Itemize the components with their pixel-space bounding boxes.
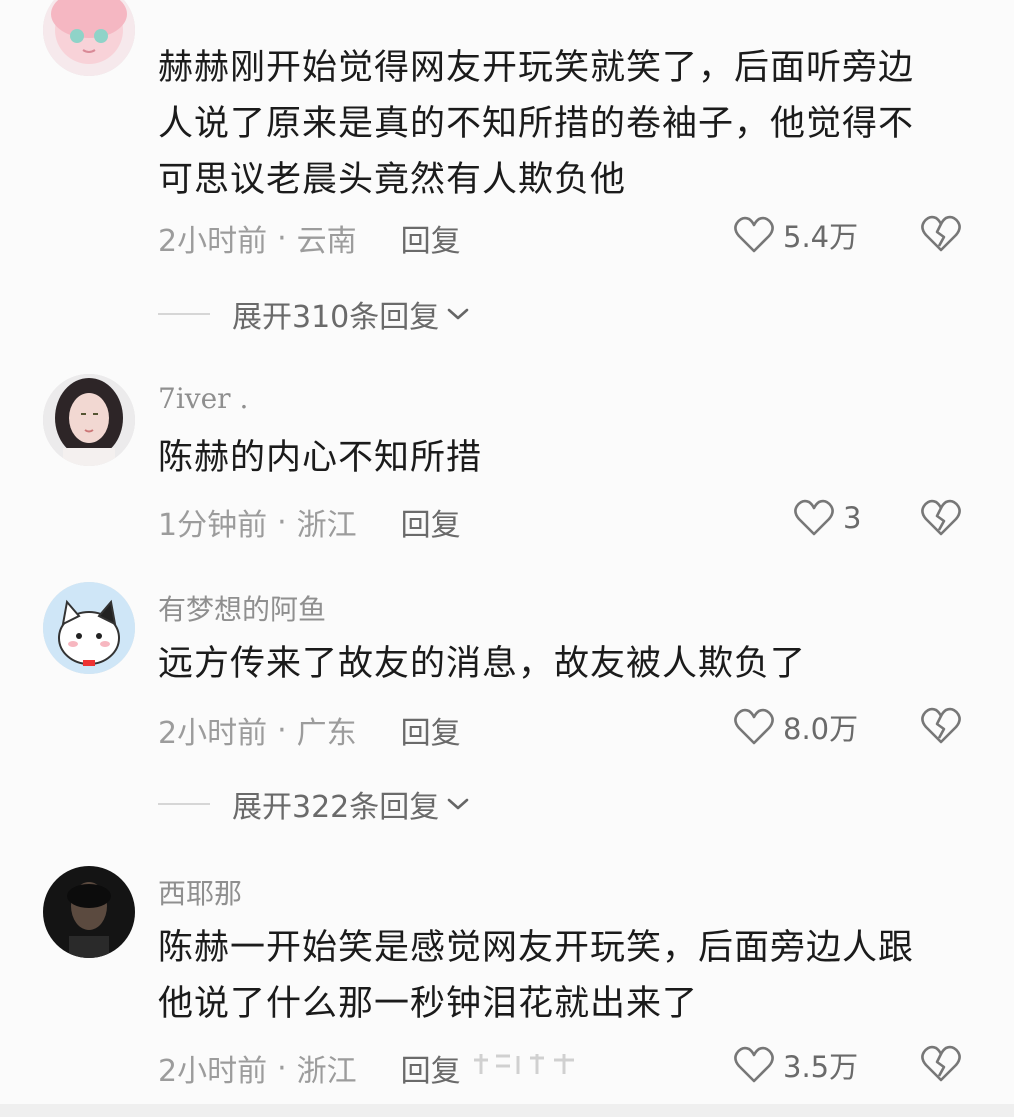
dislike-button[interactable] [920,498,962,542]
location: 广东 [296,716,357,751]
separator-dot: · [277,1050,287,1086]
avatar[interactable] [43,0,135,76]
comment-line: 陈赫的内心不知所措 [158,438,483,478]
broken-heart-icon [921,215,961,252]
expand-replies-label: 展开310条回复 [232,300,440,335]
dislike-button[interactable] [920,706,962,750]
like-count: 8.0万 [783,712,859,746]
reply-button[interactable]: 回复 [401,216,461,260]
heart-outline-icon [734,216,774,253]
separator-dot: · [277,504,287,540]
bottom-bar [0,1104,1014,1117]
expand-replies-label: 展开322条回复 [232,790,440,825]
watermark-mark [474,1054,574,1074]
reply-button[interactable]: 回复 [401,1046,461,1090]
separator-dot: · [277,220,287,256]
timestamp: 2小时前 [158,224,268,259]
comment-meta: 2小时前 · 浙江 回复 [158,1046,461,1090]
avatar[interactable] [43,582,135,674]
avatar-image [43,374,135,466]
like-count: 3 [843,501,862,535]
comment-text: 陈赫一开始笑是感觉网友开玩笑，后面旁边人跟 他说了什么那一秒钟泪花就出来了 [158,920,914,1032]
like-button[interactable]: 8.0万 [733,706,858,748]
like-button[interactable]: 3.5万 [733,1044,858,1086]
avatar-image [43,866,135,958]
comment-text: 赫赫刚开始觉得网友开玩笑就笑了，后面听旁边 人说了原来是真的不知所措的卷袖子，他… [158,40,914,208]
divider-line [158,313,210,315]
heart-outline-icon [734,708,774,745]
avatar-image [43,582,135,674]
chevron-down-icon [447,798,469,810]
comment-line: 赫赫刚开始觉得网友开玩笑就笑了，后面听旁边 [158,48,915,88]
like-button[interactable]: 3 [793,498,861,538]
reply-button[interactable]: 回复 [401,708,461,752]
like-button[interactable]: 5.4万 [733,214,858,256]
expand-replies-button[interactable]: 展开310条回复 [158,292,471,336]
divider-line [158,803,210,805]
like-count: 5.4万 [783,220,859,254]
timestamp: 2小时前 [158,1054,268,1089]
comment-line: 远方传来了故友的消息，故友被人欺负了 [158,644,807,684]
reply-button[interactable]: 回复 [401,500,461,544]
comment-item: 赫赫刚开始觉得网友开玩笑就笑了，后面听旁边 人说了原来是真的不知所措的卷袖子，他… [0,0,1014,335]
comment-line: 他说了什么那一秒钟泪花就出来了 [158,984,699,1024]
comment-line: 人说了原来是真的不知所措的卷袖子，他觉得不 [158,104,915,144]
chevron-down-icon [447,308,469,320]
comment-text: 远方传来了故友的消息，故友被人欺负了 [158,636,806,692]
username[interactable]: 有梦想的阿鱼 [158,588,326,628]
separator-dot: · [277,712,287,748]
avatar-image [43,0,135,76]
comment-line: 可思议老晨头竟然有人欺负他 [158,160,627,200]
location: 云南 [296,224,357,259]
broken-heart-icon [921,1045,961,1082]
comment-text: 陈赫的内心不知所措 [158,430,482,486]
timestamp: 1分钟前 [158,508,268,543]
dislike-button[interactable] [920,1044,962,1088]
location: 浙江 [296,1054,357,1089]
avatar[interactable] [43,866,135,958]
heart-outline-icon [794,499,834,536]
like-count: 3.5万 [783,1050,859,1084]
comment-meta: 2小时前 · 云南 回复 [158,216,461,260]
heart-outline-icon [734,1046,774,1083]
comment-meta: 1分钟前 · 浙江 回复 [158,500,461,544]
watermark [470,1052,580,1078]
avatar[interactable] [43,374,135,466]
comment-meta: 2小时前 · 广东 回复 [158,708,461,752]
username[interactable]: 西耶那 [158,872,242,912]
broken-heart-icon [921,499,961,536]
location: 浙江 [296,508,357,543]
expand-replies-button[interactable]: 展开322条回复 [158,782,471,826]
comment-item: 有梦想的阿鱼 远方传来了故友的消息，故友被人欺负了 2小时前 · 广东 回复 8… [0,580,1014,840]
username[interactable]: 7iver . [158,382,248,415]
comment-line: 陈赫一开始笑是感觉网友开玩笑，后面旁边人跟 [158,928,915,968]
comment-item: 7iver . 陈赫的内心不知所措 1分钟前 · 浙江 回复 3 [0,370,1014,550]
broken-heart-icon [921,707,961,744]
timestamp: 2小时前 [158,716,268,751]
dislike-button[interactable] [920,214,962,258]
